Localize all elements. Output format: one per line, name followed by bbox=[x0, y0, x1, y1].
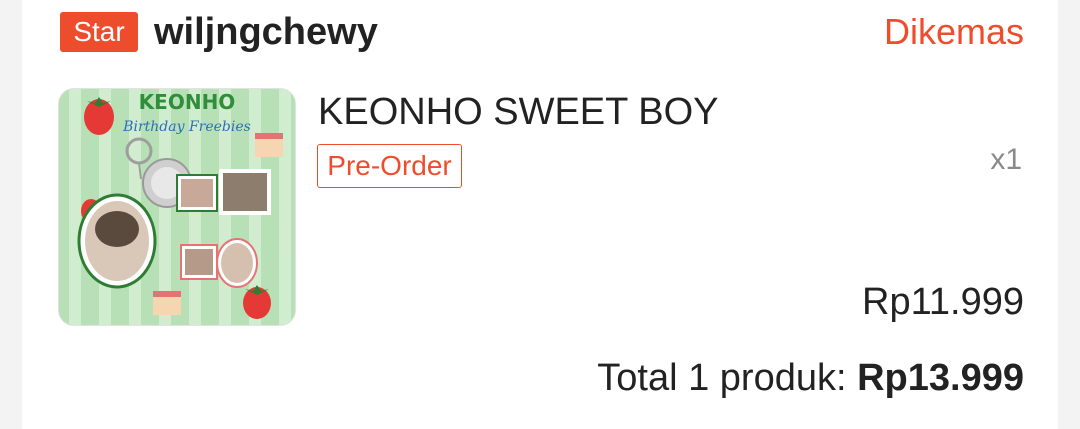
shop-header[interactable]: Star wiljngchewy Dikemas bbox=[60, 12, 1024, 54]
thumb-subtitle: Birthday Freebies bbox=[122, 119, 251, 135]
product-title[interactable]: KEONHO SWEET BOY bbox=[318, 90, 718, 134]
photo-frame bbox=[216, 238, 258, 288]
total-amount: Rp13.999 bbox=[857, 357, 1024, 399]
order-status: Dikemas bbox=[883, 11, 1024, 52]
cake-icon bbox=[153, 291, 181, 315]
order-card[interactable]: Star wiljngchewy Dikemas KEONHO Birthday… bbox=[22, 0, 1058, 429]
shop-name[interactable]: wiljngchewy bbox=[154, 12, 378, 52]
order-total: Total 1 produk: Rp13.999 bbox=[597, 356, 1024, 400]
photo-frame bbox=[219, 169, 271, 215]
product-quantity: x1 bbox=[990, 143, 1022, 176]
total-label: Total 1 produk: bbox=[597, 357, 858, 399]
preorder-tag: Pre-Order bbox=[317, 144, 462, 188]
product-image: KEONHO Birthday Freebies bbox=[59, 89, 295, 325]
star-badge: Star bbox=[60, 12, 138, 52]
photo-frame bbox=[180, 244, 218, 280]
thumb-title: KEONHO bbox=[139, 90, 236, 114]
product-thumbnail[interactable]: KEONHO Birthday Freebies bbox=[58, 88, 296, 326]
cake-icon bbox=[255, 133, 283, 157]
circle-photo bbox=[77, 193, 157, 289]
photo-frame bbox=[176, 174, 218, 212]
product-price: Rp11.999 bbox=[862, 281, 1024, 323]
